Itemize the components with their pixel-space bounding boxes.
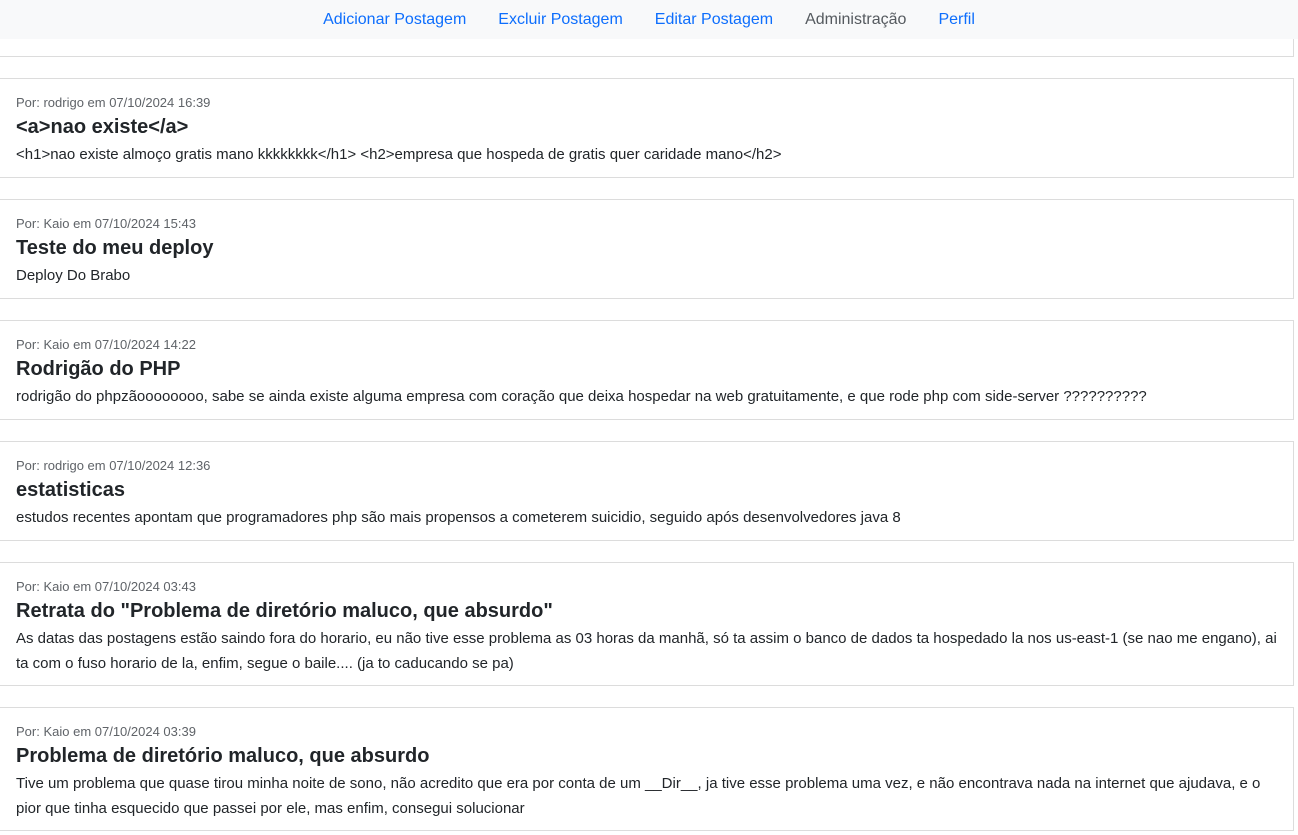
nav-admin-link[interactable]: Administração	[805, 11, 906, 29]
post-card: Por: Kaio em 07/10/2024 14:22 Rodrigão d…	[0, 320, 1294, 420]
post-title: Problema de diretório maluco, que absurd…	[16, 745, 430, 767]
post-meta: Por: rodrigo em 07/10/2024 16:39	[16, 95, 211, 110]
post-card: Por: Kaio em 07/10/2024 03:43 Retrata do…	[0, 562, 1294, 686]
post-meta: Por: Kaio em 07/10/2024 03:43	[16, 579, 196, 594]
post-meta: Por: Kaio em 07/10/2024 14:22	[16, 337, 196, 352]
post-body: rodrigão do phpzãoooooooo, sabe se ainda…	[16, 388, 1147, 405]
nav-profile-link[interactable]: Perfil	[938, 11, 974, 29]
post-body: As datas das postagens estão saindo fora…	[16, 630, 1277, 672]
post-title: Teste do meu deploy	[16, 237, 214, 259]
post-card: Por: rodrigo em 07/10/2024 16:39 <a>nao …	[0, 78, 1294, 178]
post-body: <h1>nao existe almoço gratis mano kkkkkk…	[16, 146, 782, 163]
post-body: estudos recentes apontam que programador…	[16, 509, 901, 526]
post-card: Por: rodrigo em 07/10/2024 12:36 estatis…	[0, 441, 1294, 541]
nav-delete-post-link[interactable]: Excluir Postagem	[498, 11, 623, 29]
post-title: Retrata do "Problema de diretório maluco…	[16, 600, 553, 622]
post-body: Deploy Do Brabo	[16, 267, 131, 284]
post-title: <a>nao existe</a>	[16, 116, 189, 138]
nav-edit-post-link[interactable]: Editar Postagem	[655, 11, 773, 29]
post-body: Tive um problema que quase tirou minha n…	[16, 775, 1261, 817]
post-meta: Por: Kaio em 07/10/2024 15:43	[16, 216, 196, 231]
post-title: Rodrigão do PHP	[16, 358, 181, 380]
post-meta: Por: Kaio em 07/10/2024 03:39	[16, 724, 196, 739]
nav-add-post-link[interactable]: Adicionar Postagem	[323, 11, 466, 29]
post-title: estatisticas	[16, 479, 125, 501]
post-card: Por: Kaio em 07/10/2024 03:39 Problema d…	[0, 707, 1294, 831]
post-meta: Por: rodrigo em 07/10/2024 12:36	[16, 458, 211, 473]
post-card: Por: Kaio em 07/10/2024 15:43 Teste do m…	[0, 199, 1294, 299]
top-navbar: Adicionar Postagem Excluir Postagem Edit…	[0, 0, 1298, 39]
